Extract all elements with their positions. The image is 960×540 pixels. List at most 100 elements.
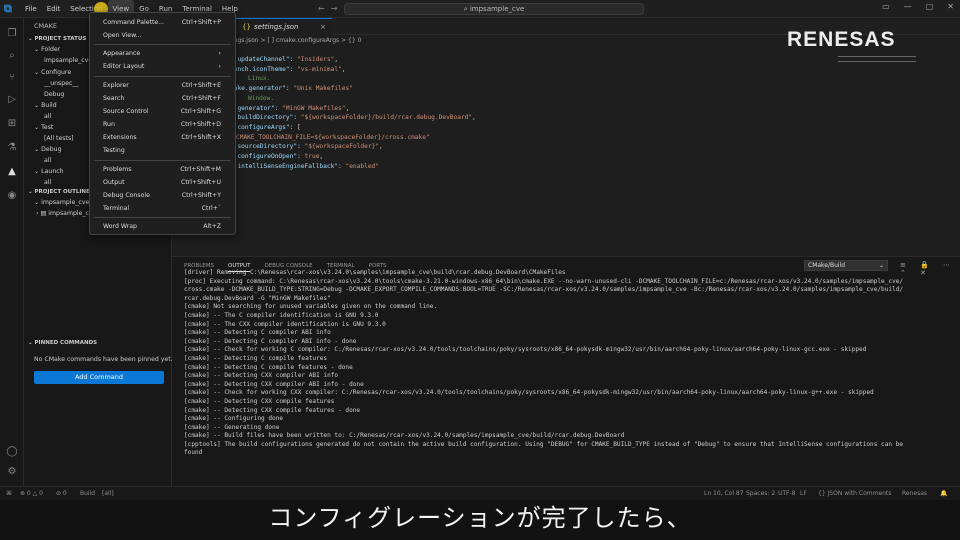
chevron-right-icon: › [218,63,221,70]
tab-close-icon[interactable]: × [320,19,326,35]
output-line: [cmake] -- Generating done [184,423,280,431]
tree-configure-preset[interactable]: __unspec__ [44,80,79,87]
code-token: "${workspaceFolder}" [304,143,380,151]
extensions-icon[interactable]: ⊞ [6,118,18,130]
tree-folder[interactable]: ⌄ Folder [34,46,60,53]
add-command-button[interactable]: Add Command [34,371,164,384]
code-token: "vs-minimal" [297,65,342,73]
tree-configure-debug[interactable]: Debug [44,91,64,98]
tab-settings-json[interactable]: {} settings.json × [236,18,332,35]
code-line[interactable]: p.intelliSenseEngineFallback": "enabled" [230,162,476,172]
project-outline-header[interactable]: ⌄ PROJECT OUTLINE [28,189,90,195]
code-line[interactable]: Linux. [230,74,476,84]
menu-edit[interactable]: Edit [42,0,66,18]
tree-debug[interactable]: ⌄ Debug [34,146,62,153]
menu-item-editor-layout[interactable]: Editor Layout [103,63,144,70]
output-line: [cmake] -- The CXX compiler identificati… [184,320,386,328]
code-line[interactable]: e.configureArgs": [ [230,123,476,133]
breadcrumb[interactable]: ings.json > [ ] cmake.configureArgs > {}… [232,37,361,44]
output-log[interactable]: [driver] Removing C:\Renesas\rcar-xos\v3… [184,269,950,481]
code-line[interactable]: e.sourceDirectory": "${workspaceFolder}"… [230,142,476,152]
menu-shortcut: Ctrl+Shift+X [181,134,221,141]
layout-icon[interactable]: ▭ [882,2,890,11]
code-token: , [319,153,324,161]
menu-item-open-view[interactable]: Open View... [103,32,142,39]
tree-folder-value[interactable]: impsample_cve [44,57,92,64]
command-center[interactable]: ⌕ impsample_cve [344,3,644,15]
output-line: [cmake] -- Detecting CXX compiler ABI in… [184,372,339,380]
output-line: rcar.debug.DevBoard -G "MinGW Makefiles" [184,294,331,302]
menu-item-output[interactable]: Output [103,179,125,186]
code-token: "MinGW Makefiles" [282,104,346,112]
code-token: : [289,56,298,63]
menu-shortcut: Ctrl+Shift+Y [181,192,221,199]
testing-icon[interactable]: ⚗ [6,142,18,154]
code-token: true [304,153,320,161]
tree-test[interactable]: ⌄ Test [34,124,53,131]
menu-item-appearance[interactable]: Appearance [103,50,140,57]
menu-item-command-palette[interactable]: Command Palette... [103,19,164,26]
menu-item-problems[interactable]: Problems [103,166,132,173]
close-icon[interactable]: ✕ [947,2,954,11]
account-icon[interactable]: ◯ [6,446,18,458]
outline-target[interactable]: › ▤ impsample_cve [36,210,96,217]
code-token: : [293,114,301,122]
output-line: cross.cmake -DCMAKE_BUILD_TYPE:STRING=De… [184,286,904,294]
menu-item-extensions[interactable]: Extensions [103,134,137,141]
maximize-icon[interactable]: ▢ [926,2,934,11]
menu-item-terminal[interactable]: Terminal [103,205,129,212]
code-line[interactable]: CMAKE_TOOLCHAIN_FILE=${workspaceFolder}/… [230,133,476,143]
settings-gear-icon[interactable]: ⚙ [6,466,18,478]
code-line[interactable]: e.buildDirectory": "${workspaceFolder}/b… [230,113,476,123]
cmake-icon[interactable]: ▲ [6,166,18,178]
remote-icon[interactable]: ◉ [6,190,18,202]
code-line[interactable]: Window. [230,94,476,104]
code-token: p.intelliSenseEngineFallback" [230,162,339,170]
code-line[interactable]: p.updateChannel": "Insiders", [230,55,476,65]
project-status-header[interactable]: ⌄ PROJECT STATUS [28,36,86,42]
tree-debug-target[interactable]: all [44,157,51,164]
code-line[interactable]: make.generator": "Unix Makefiles" [230,84,476,94]
nav-arrows-icon[interactable]: ←→ [318,4,343,13]
code-line[interactable]: bench.iconTheme": "vs-minimal", [230,65,476,75]
tree-test-target[interactable]: [All tests] [44,135,74,142]
minimize-icon[interactable]: — [904,2,912,11]
search-icon[interactable]: ⌕ [6,50,18,62]
tree-build-target[interactable]: all [44,113,51,120]
menu-item-run[interactable]: Run [103,121,115,128]
output-line: [cmake] -- Build files have been written… [184,432,625,440]
explorer-icon[interactable]: ❐ [6,28,18,40]
chevron-right-icon: › [218,50,221,57]
output-channel-value: CMake/Build [808,262,846,269]
source-control-icon[interactable]: ⑂ [6,72,18,84]
editor-area[interactable]: p.updateChannel": "Insiders", bench.iconT… [172,46,960,256]
menu-item-explorer[interactable]: Explorer [103,82,129,89]
code-token: bench.iconTheme" [230,65,290,73]
tree-launch-target[interactable]: all [44,179,51,186]
menu-file[interactable]: File [20,0,42,18]
code-line[interactable]: e.generator": "MinGW Makefiles", [230,104,476,114]
code-token: : [ [289,123,301,131]
menu-item-search[interactable]: Search [103,95,124,102]
output-line: [cmake] -- Detecting CXX compile feature… [184,406,361,414]
code-line[interactable]: e.configureOnOpen": true, [230,152,476,162]
menu-item-word-wrap[interactable]: Word Wrap [103,223,137,230]
menu-shortcut: Ctrl+Shift+U [181,179,221,186]
code-token: , [472,114,476,122]
pinned-commands-header[interactable]: ⌄ PINNED COMMANDS [28,340,97,346]
code-token: , [379,143,383,151]
bottom-panel: PROBLEMS OUTPUT DEBUG CONSOLE TERMINAL P… [172,256,960,486]
pinned-empty-message: No CMake commands have been pinned yet. [34,356,173,363]
code-content[interactable]: p.updateChannel": "Insiders", bench.iconT… [230,55,476,171]
tree-build[interactable]: ⌄ Build [34,102,57,109]
tree-launch[interactable]: ⌄ Launch [34,168,64,175]
tree-configure[interactable]: ⌄ Configure [34,69,71,76]
activity-bar: ❐ ⌕ ⑂ ▷ ⊞ ⚗ ▲ ◉ ◯ ⚙ [0,18,24,486]
menu-separator [94,44,231,45]
menu-item-debug-console[interactable]: Debug Console [103,192,150,199]
run-debug-icon[interactable]: ▷ [6,94,18,106]
outline-project[interactable]: ⌄ impsample_cve [34,199,89,206]
menu-item-testing[interactable]: Testing [103,147,125,154]
menu-shortcut: Ctrl+Shift+F [181,95,221,102]
menu-item-source-control[interactable]: Source Control [103,108,149,115]
